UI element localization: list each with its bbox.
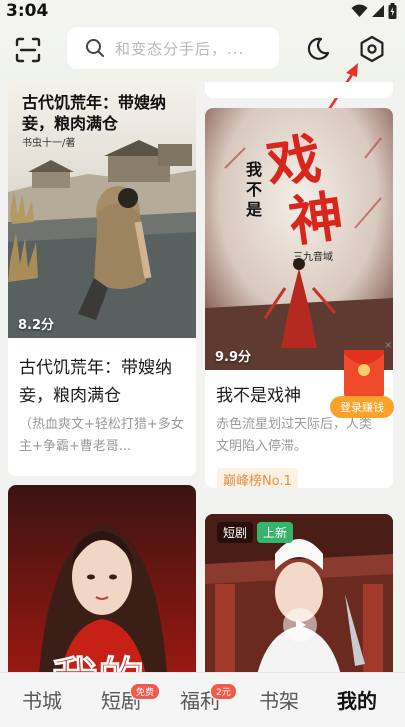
- book-card-partial[interactable]: [205, 82, 393, 98]
- play-icon: [296, 619, 306, 631]
- cover-char-1: 我: [245, 160, 262, 179]
- rank-tag: 巅峰榜No.1: [217, 468, 298, 488]
- cover-char-2: 不: [245, 180, 262, 199]
- cover-author-2: 三九音域: [293, 252, 333, 263]
- rating-1: 8.2分: [18, 318, 55, 333]
- book-cover-3: 我的: [8, 485, 196, 672]
- book-cover-4: 短剧 上新: [205, 514, 393, 672]
- tab-bookshelf[interactable]: 书架: [259, 685, 299, 714]
- cover-title-text-1: 古代饥荒年：带嫂纳妾，粮肉满仓: [22, 93, 167, 133]
- tab-mine[interactable]: 我的: [337, 685, 377, 714]
- cover-title-small-2: 我 不 是: [245, 160, 263, 220]
- cover-char-3: 是: [245, 200, 262, 219]
- book-cover-2: 我 不 是 戏 神 三九音域 9.9分: [205, 108, 393, 370]
- login-reward-label: 登录赚钱: [330, 396, 394, 418]
- book-cover-1: 古代饥荒年：带嫂纳妾，粮肉满仓 书虫十一/著 8.2分: [8, 82, 196, 338]
- drama-badge: 短剧: [217, 522, 254, 543]
- rating-2: 9.9分: [215, 350, 252, 365]
- book-desc-1: （热血爽文+轻松打猎+多女主+争霸+曹老哥...: [19, 417, 184, 454]
- cover-title-3: 我的: [52, 643, 145, 673]
- free-badge: 免费: [130, 683, 161, 700]
- tab-bookstore[interactable]: 书城: [22, 685, 62, 714]
- book-title-1: 古代饥荒年：带嫂纳妾，粮肉满仓: [19, 358, 172, 406]
- cover-title-1: 古代饥荒年：带嫂纳妾，粮肉满仓: [22, 92, 187, 134]
- book-card-3[interactable]: 我的: [8, 485, 196, 672]
- reward-badge: 2元: [210, 683, 237, 700]
- new-badge: 上新: [257, 522, 294, 543]
- play-button[interactable]: [283, 608, 317, 642]
- cover-big-char-2: 神: [284, 183, 348, 255]
- close-icon[interactable]: ×: [384, 340, 392, 351]
- login-reward-float[interactable]: 登录赚钱 ×: [330, 340, 394, 420]
- book-card-4[interactable]: 短剧 上新: [205, 514, 393, 672]
- cover-author-1: 书虫十一/著: [22, 138, 76, 149]
- book-card-1[interactable]: 古代饥荒年：带嫂纳妾，粮肉满仓 书虫十一/著 8.2分 古代饥荒年：带嫂纳妾，粮…: [8, 82, 196, 476]
- book-desc-2: 赤色流星划过天际后，人类文明陷入停滞。: [216, 417, 373, 454]
- book-card-2[interactable]: 我 不 是 戏 神 三九音域 9.9分 我不是戏神 赤色流星划过天际后，人类文明…: [205, 108, 393, 488]
- bottom-nav: 书城 短剧 免费 福利 2元 书架 我的: [0, 672, 405, 727]
